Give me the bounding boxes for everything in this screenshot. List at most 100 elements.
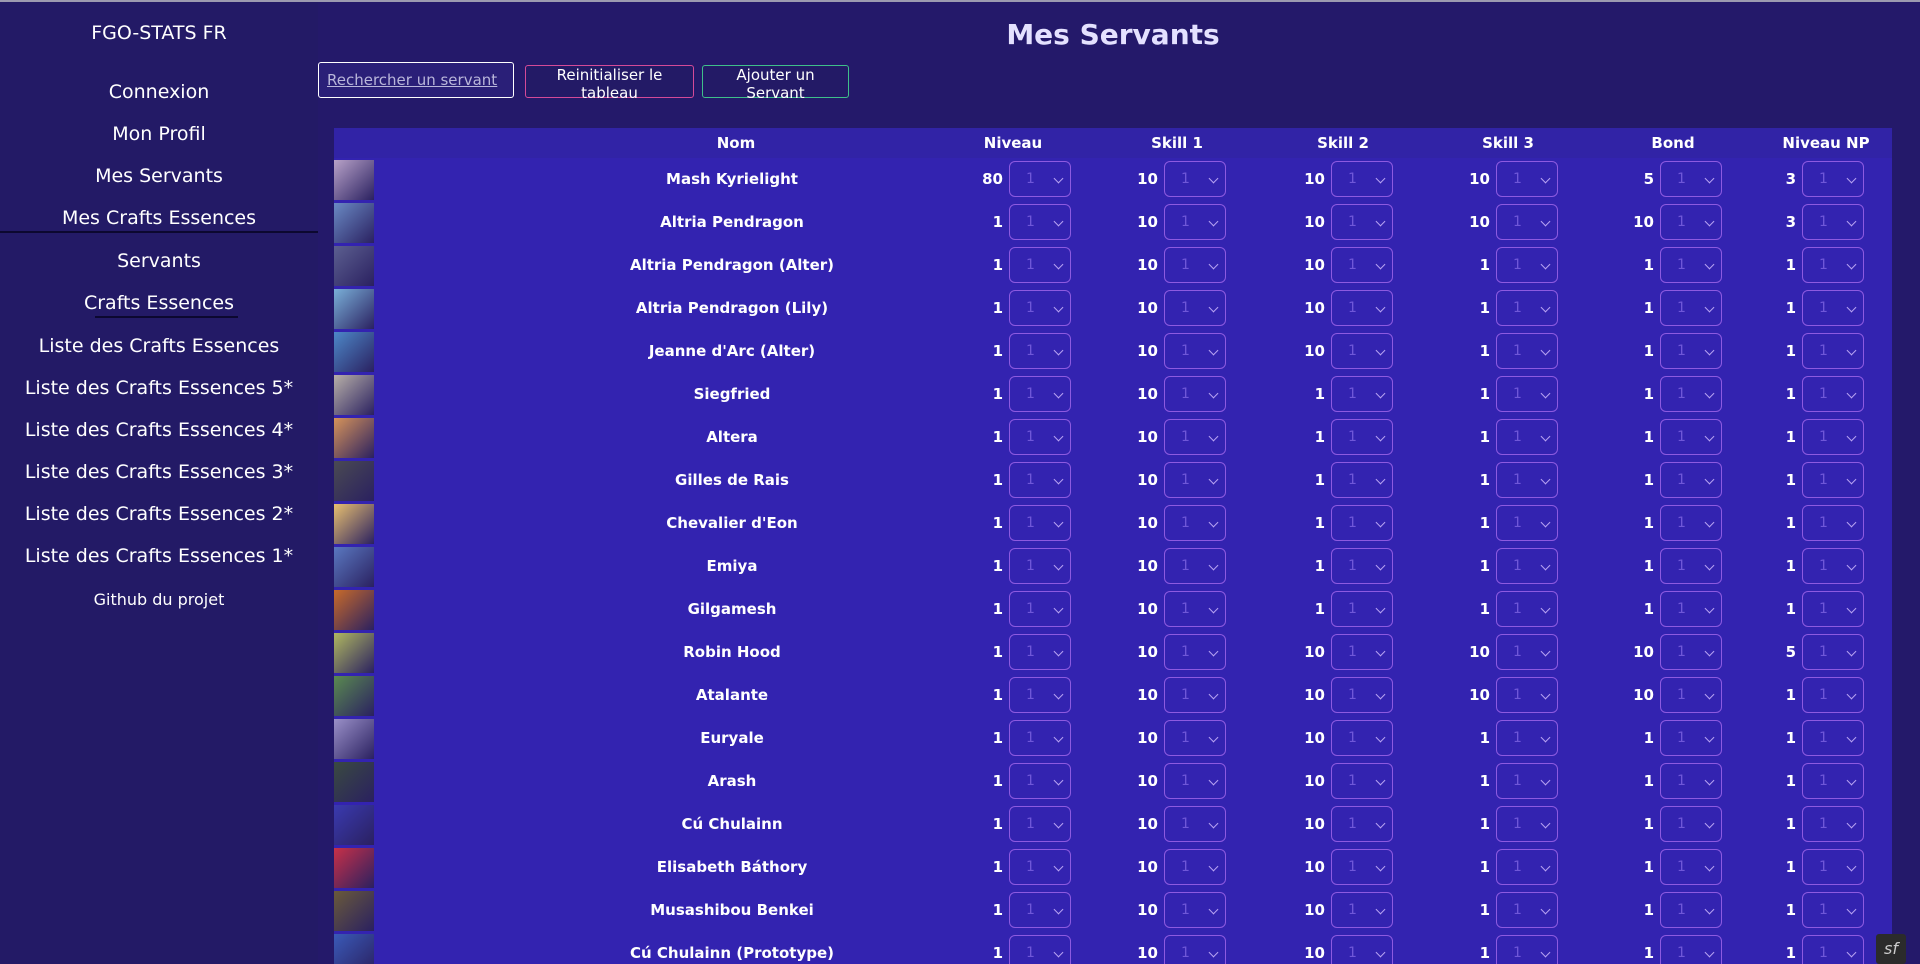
np-select[interactable]: 1 [1802, 419, 1864, 455]
np-select[interactable]: 1 [1802, 935, 1864, 964]
sidebar-item-liste-ce-2[interactable]: Liste des Crafts Essences 2* [0, 503, 318, 525]
select-value: 1 [1513, 816, 1522, 832]
sidebar-item-mon-profil[interactable]: Mon Profil [0, 123, 318, 145]
np-select[interactable]: 1 [1802, 376, 1864, 412]
sidebar-item-liste-ce-1[interactable]: Liste des Crafts Essences 1* [0, 545, 318, 567]
column-header-skill2[interactable]: Skill 2 [1317, 134, 1369, 152]
sidebar-item-liste-ce-4[interactable]: Liste des Crafts Essences 4* [0, 419, 318, 441]
cell-np: 11 [1664, 889, 1864, 932]
cell-skill2-value: 10 [1304, 729, 1325, 747]
column-header-nom[interactable]: Nom [717, 134, 756, 152]
cell-np-value: 1 [1785, 299, 1796, 317]
table-row: Musashibou Benkei 1 1 10 1 10 1 1 1 1 1 1 1 [334, 889, 1892, 932]
sidebar-item-liste-ce[interactable]: Liste des Crafts Essences [0, 335, 318, 357]
np-select[interactable]: 1 [1802, 892, 1864, 928]
servant-avatar [334, 461, 374, 501]
cell-skill2-value: 10 [1304, 170, 1325, 188]
sidebar-item-connexion[interactable]: Connexion [0, 81, 318, 103]
np-select[interactable]: 1 [1802, 634, 1864, 670]
sidebar-item-servants[interactable]: Servants [0, 250, 318, 272]
select-value: 1 [1348, 515, 1357, 531]
select-value: 1 [1513, 171, 1522, 187]
cell-bond-value: 1 [1643, 299, 1654, 317]
servant-avatar [334, 289, 374, 329]
select-value: 1 [1348, 257, 1357, 273]
np-select[interactable]: 1 [1802, 591, 1864, 627]
select-value: 1 [1348, 902, 1357, 918]
servant-name: Arash [707, 772, 757, 790]
column-header-niveau[interactable]: Niveau [984, 134, 1042, 152]
symfony-debug-icon[interactable]: sf [1876, 934, 1906, 964]
brand-title[interactable]: FGO-STATS FR [0, 22, 318, 44]
cell-np: 11 [1664, 244, 1864, 287]
select-value: 1 [1513, 257, 1522, 273]
np-select[interactable]: 1 [1802, 849, 1864, 885]
cell-skill2-value: 10 [1304, 944, 1325, 962]
table-row: Arash 1 1 10 1 10 1 1 1 1 1 1 1 [334, 760, 1892, 803]
cell-skill3-value: 1 [1479, 342, 1490, 360]
sidebar-item-mes-servants[interactable]: Mes Servants [0, 165, 318, 187]
select-value: 1 [1181, 601, 1190, 617]
column-header-niveau-np[interactable]: Niveau NP [1782, 134, 1869, 152]
cell-niveau-value: 1 [992, 385, 1003, 403]
cell-bond-value: 1 [1643, 385, 1654, 403]
cell-skill3-value: 10 [1469, 213, 1490, 231]
np-select[interactable]: 1 [1802, 548, 1864, 584]
servant-name: Atalante [695, 686, 769, 704]
cell-bond-value: 1 [1643, 514, 1654, 532]
cell-skill2-value: 10 [1304, 299, 1325, 317]
chevron-down-icon [1846, 216, 1857, 227]
select-value: 1 [1513, 472, 1522, 488]
column-header-skill1[interactable]: Skill 1 [1151, 134, 1203, 152]
sidebar-item-crafts-essences[interactable]: Crafts Essences [0, 292, 318, 314]
np-select[interactable]: 1 [1802, 505, 1864, 541]
add-servant-button[interactable]: Ajouter un Servant [702, 65, 849, 102]
sidebar-item-github[interactable]: Github du projet [0, 590, 318, 609]
servant-avatar [334, 375, 374, 415]
np-select[interactable]: 1 [1802, 290, 1864, 326]
cell-np: 11 [1664, 373, 1864, 416]
cell-niveau-value: 1 [992, 256, 1003, 274]
select-value: 1 [1513, 429, 1522, 445]
cell-skill1-value: 10 [1137, 815, 1158, 833]
select-value: 1 [1181, 859, 1190, 875]
sidebar-item-mes-crafts-essences[interactable]: Mes Crafts Essences [0, 207, 318, 229]
table-row: Altria Pendragon 1 1 10 1 10 1 10 1 10 1 3 1 [334, 201, 1892, 244]
cell-skill2-value: 1 [1314, 514, 1325, 532]
np-select[interactable]: 1 [1802, 462, 1864, 498]
np-select[interactable]: 1 [1802, 204, 1864, 240]
reset-table-button[interactable]: Reinitialiser le tableau [525, 65, 694, 102]
select-value: 1 [1513, 773, 1522, 789]
column-header-skill3[interactable]: Skill 3 [1482, 134, 1534, 152]
np-select[interactable]: 1 [1802, 333, 1864, 369]
cell-skill2-value: 10 [1304, 643, 1325, 661]
cell-niveau-value: 1 [992, 299, 1003, 317]
cell-skill3-value: 10 [1469, 686, 1490, 704]
cell-np-value: 1 [1785, 428, 1796, 446]
servant-avatar [334, 246, 374, 286]
chevron-down-icon [1846, 302, 1857, 313]
np-select[interactable]: 1 [1802, 161, 1864, 197]
sidebar-item-liste-ce-5[interactable]: Liste des Crafts Essences 5* [0, 377, 318, 399]
cell-np-value: 1 [1785, 256, 1796, 274]
select-value: 1 [1181, 945, 1190, 961]
np-select[interactable]: 1 [1802, 720, 1864, 756]
cell-np-value: 1 [1785, 901, 1796, 919]
servant-name: Elisabeth Báthory [656, 858, 808, 876]
cell-bond-value: 1 [1643, 471, 1654, 489]
np-select[interactable]: 1 [1802, 806, 1864, 842]
select-value: 1 [1181, 386, 1190, 402]
np-select[interactable]: 1 [1802, 677, 1864, 713]
np-select[interactable]: 1 [1802, 763, 1864, 799]
cell-bond-value: 1 [1643, 557, 1654, 575]
cell-niveau-value: 1 [992, 471, 1003, 489]
sidebar-item-liste-ce-3[interactable]: Liste des Crafts Essences 3* [0, 461, 318, 483]
cell-bond-value: 10 [1633, 213, 1654, 231]
cell-np: 11 [1664, 459, 1864, 502]
column-header-bond[interactable]: Bond [1651, 134, 1694, 152]
search-input[interactable] [318, 62, 514, 98]
np-select[interactable]: 1 [1802, 247, 1864, 283]
cell-bond-value: 1 [1643, 342, 1654, 360]
servant-avatar [334, 504, 374, 544]
cell-niveau-value: 80 [982, 170, 1003, 188]
